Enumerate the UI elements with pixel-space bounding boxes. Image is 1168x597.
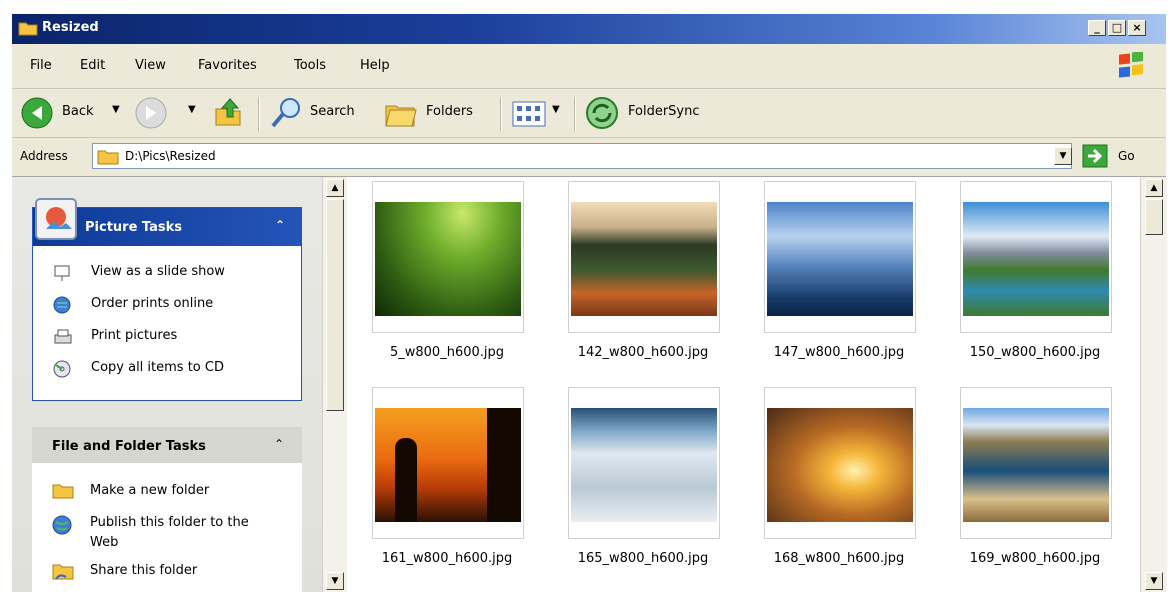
menu-view[interactable]: View bbox=[135, 58, 166, 73]
menu-bar: File Edit View Favorites Tools Help bbox=[12, 44, 1166, 89]
chevron-down-icon[interactable]: ▼ bbox=[188, 104, 196, 115]
cd-icon bbox=[53, 360, 71, 382]
thumbnail[interactable] bbox=[568, 387, 720, 539]
picture-tasks-title: Picture Tasks bbox=[85, 220, 182, 235]
title-bar: Resized _ □ × bbox=[12, 14, 1166, 44]
folder-icon bbox=[97, 147, 119, 169]
menu-tools[interactable]: Tools bbox=[294, 58, 326, 73]
foldersync-icon[interactable] bbox=[584, 95, 620, 135]
thumbnail[interactable] bbox=[960, 387, 1112, 539]
thumbnail[interactable] bbox=[568, 181, 720, 333]
folders-icon[interactable] bbox=[384, 96, 418, 134]
scroll-down-button[interactable]: ▼ bbox=[1145, 572, 1163, 590]
photo-ice bbox=[571, 408, 717, 522]
minimize-button[interactable]: _ bbox=[1088, 20, 1106, 36]
thumbnail-caption[interactable]: 147_w800_h600.jpg bbox=[744, 345, 934, 360]
menu-edit[interactable]: Edit bbox=[80, 58, 105, 73]
scroll-up-button[interactable]: ▲ bbox=[1145, 179, 1163, 197]
photo-mountain-lake bbox=[963, 202, 1109, 316]
task-publish-web[interactable]: Publish this folder to the bbox=[90, 515, 249, 530]
collapse-chevron-icon[interactable]: ⌃ bbox=[275, 218, 285, 232]
thumbnail[interactable] bbox=[764, 387, 916, 539]
address-dropdown-button[interactable]: ▼ bbox=[1054, 147, 1072, 165]
task-share-folder[interactable]: Share this folder bbox=[90, 563, 197, 578]
menu-favorites[interactable]: Favorites bbox=[198, 58, 257, 73]
task-pane: Picture Tasks ⌃ View as a slide show Ord… bbox=[12, 177, 322, 597]
maximize-button[interactable]: □ bbox=[1108, 20, 1126, 36]
thumbnail-caption[interactable]: 165_w800_h600.jpg bbox=[548, 551, 738, 566]
thumbnail[interactable] bbox=[764, 181, 916, 333]
task-slideshow[interactable]: View as a slide show bbox=[91, 264, 225, 279]
task-order-prints[interactable]: Order prints online bbox=[91, 296, 213, 311]
photo-sunset-silhouette bbox=[375, 408, 521, 522]
chevron-down-icon[interactable]: ▼ bbox=[552, 104, 560, 115]
slideshow-icon bbox=[53, 264, 71, 286]
up-folder-icon[interactable] bbox=[212, 95, 244, 133]
address-bar: Address D:\Pics\Resized ▼ Go bbox=[12, 138, 1166, 177]
printer-icon bbox=[53, 328, 73, 350]
toolbar: Back ▼ ▼ Search Folders ▼ FolderSync bbox=[12, 89, 1166, 138]
address-label: Address bbox=[20, 149, 68, 163]
photo-grass bbox=[375, 202, 521, 316]
task-publish-web-cont[interactable]: Web bbox=[90, 535, 118, 550]
photo-canyon bbox=[571, 202, 717, 316]
share-folder-icon bbox=[52, 561, 74, 585]
go-arrow-icon[interactable] bbox=[1082, 144, 1108, 172]
foldersync-button[interactable]: FolderSync bbox=[628, 104, 700, 119]
chevron-down-icon[interactable]: ▼ bbox=[112, 104, 120, 115]
folders-button[interactable]: Folders bbox=[426, 104, 473, 119]
thumbnail-caption[interactable]: 142_w800_h600.jpg bbox=[548, 345, 738, 360]
go-button[interactable]: Go bbox=[1118, 149, 1135, 163]
thumbnail-caption[interactable]: 169_w800_h600.jpg bbox=[940, 551, 1130, 566]
task-print-pictures[interactable]: Print pictures bbox=[91, 328, 177, 343]
scroll-down-button[interactable]: ▼ bbox=[326, 572, 344, 590]
photo-golden-sky bbox=[767, 408, 913, 522]
globe-icon bbox=[53, 296, 71, 318]
thumbnail-scrollbar[interactable]: ▲ ▼ bbox=[1140, 177, 1167, 592]
scroll-thumb[interactable] bbox=[326, 199, 344, 411]
address-value: D:\Pics\Resized bbox=[125, 149, 216, 163]
back-button[interactable]: Back bbox=[62, 104, 94, 119]
address-input[interactable]: D:\Pics\Resized bbox=[92, 143, 1072, 169]
thumbnail-view: 5_w800_h600.jpg 142_w800_h600.jpg 147_w8… bbox=[348, 177, 1138, 592]
forward-arrow-icon[interactable] bbox=[134, 96, 168, 134]
file-folder-tasks-panel: File and Folder Tasks ⌃ Make a new folde… bbox=[32, 427, 302, 597]
photo-river-canyon bbox=[963, 408, 1109, 522]
file-folder-tasks-header[interactable]: File and Folder Tasks ⌃ bbox=[32, 427, 302, 463]
window-title: Resized bbox=[42, 20, 99, 35]
folder-icon bbox=[18, 20, 38, 40]
new-folder-icon bbox=[52, 481, 74, 503]
globe-icon bbox=[52, 515, 72, 539]
thumbnail[interactable] bbox=[372, 387, 524, 539]
thumbnail-caption[interactable]: 5_w800_h600.jpg bbox=[352, 345, 542, 360]
windows-logo-icon bbox=[1116, 51, 1146, 84]
task-new-folder[interactable]: Make a new folder bbox=[90, 483, 209, 498]
thumbnail-caption[interactable]: 161_w800_h600.jpg bbox=[352, 551, 542, 566]
search-icon[interactable] bbox=[268, 96, 304, 134]
views-icon[interactable] bbox=[512, 101, 546, 131]
thumbnail[interactable] bbox=[960, 181, 1112, 333]
menu-help[interactable]: Help bbox=[360, 58, 390, 73]
collapse-chevron-icon[interactable]: ⌃ bbox=[274, 437, 284, 451]
file-folder-tasks-title: File and Folder Tasks bbox=[52, 439, 206, 454]
menu-file[interactable]: File bbox=[30, 58, 52, 73]
scroll-thumb[interactable] bbox=[1145, 199, 1163, 235]
search-button[interactable]: Search bbox=[310, 104, 355, 119]
thumbnail[interactable] bbox=[372, 181, 524, 333]
picture-tasks-icon bbox=[32, 195, 80, 247]
task-pane-scrollbar[interactable]: ▲ ▼ bbox=[322, 177, 347, 592]
back-arrow-icon[interactable] bbox=[20, 96, 54, 134]
close-button[interactable]: × bbox=[1128, 20, 1146, 36]
thumbnail-caption[interactable]: 168_w800_h600.jpg bbox=[744, 551, 934, 566]
photo-sky bbox=[767, 202, 913, 316]
task-copy-to-cd[interactable]: Copy all items to CD bbox=[91, 360, 224, 375]
thumbnail-caption[interactable]: 150_w800_h600.jpg bbox=[940, 345, 1130, 360]
scroll-up-button[interactable]: ▲ bbox=[326, 179, 344, 197]
